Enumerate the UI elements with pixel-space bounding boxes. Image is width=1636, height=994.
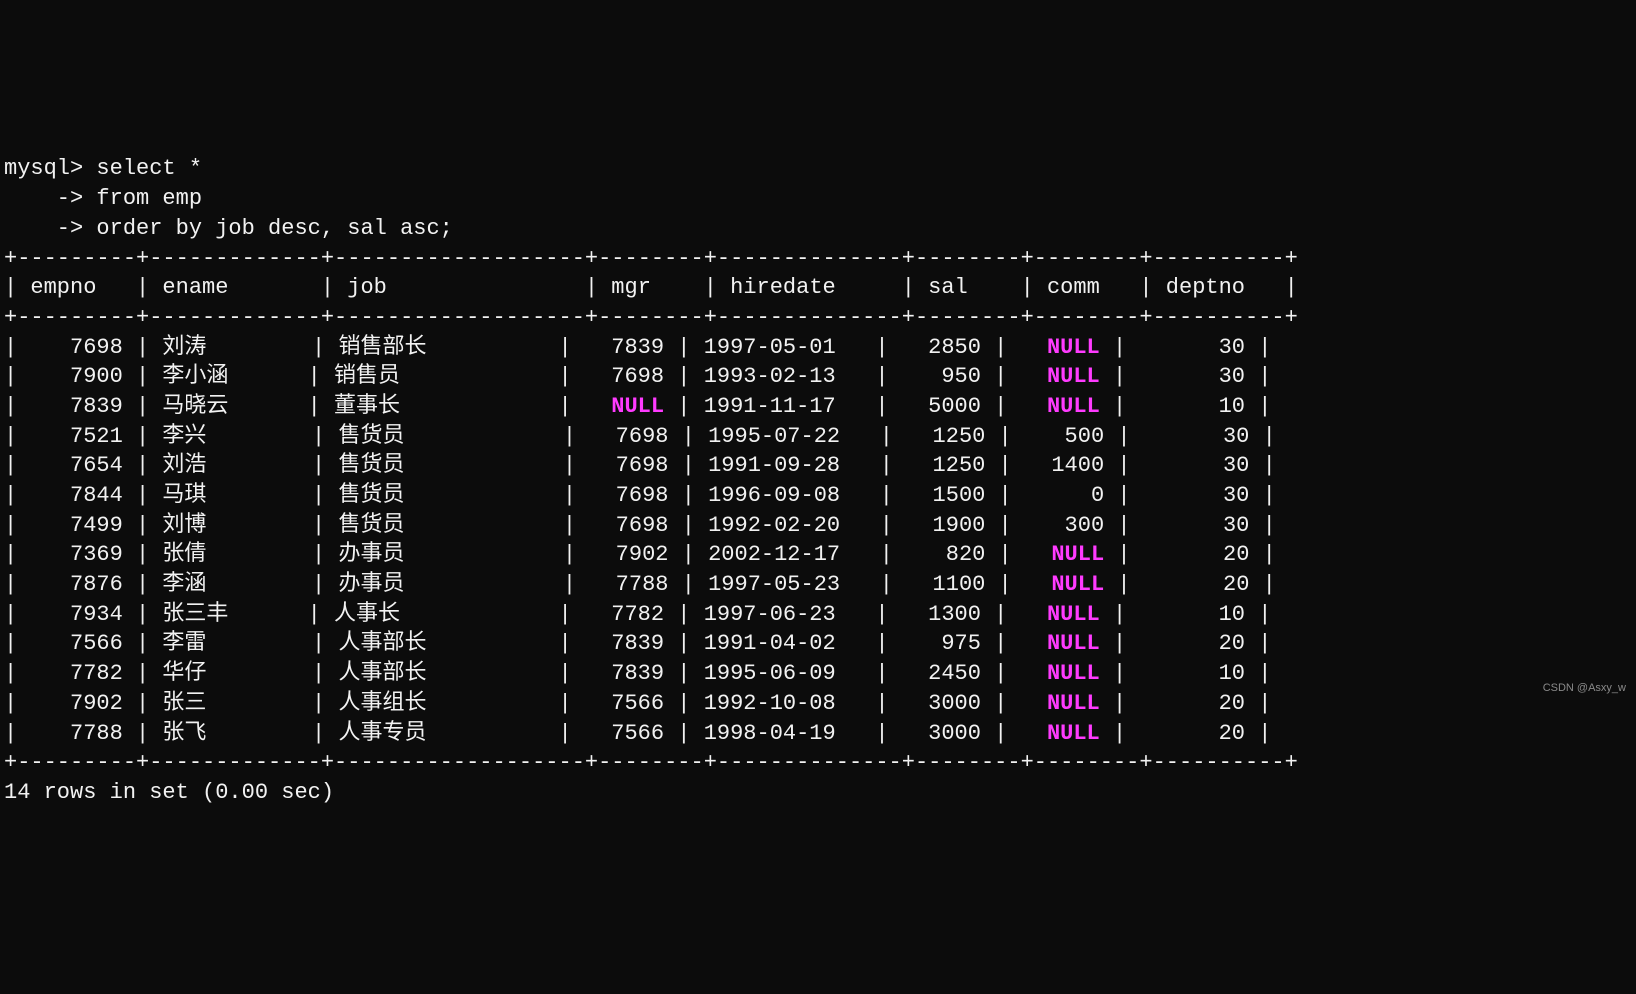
- result-footer: 14 rows in set (0.00 sec): [4, 780, 334, 805]
- watermark: CSDN @Asxy_w: [1543, 681, 1626, 696]
- mysql-terminal[interactable]: mysql> select * -> from emp -> order by …: [0, 148, 1636, 815]
- query-block: mysql> select * -> from emp -> order by …: [4, 156, 453, 240]
- result-table: +---------+-------------+---------------…: [4, 246, 1298, 776]
